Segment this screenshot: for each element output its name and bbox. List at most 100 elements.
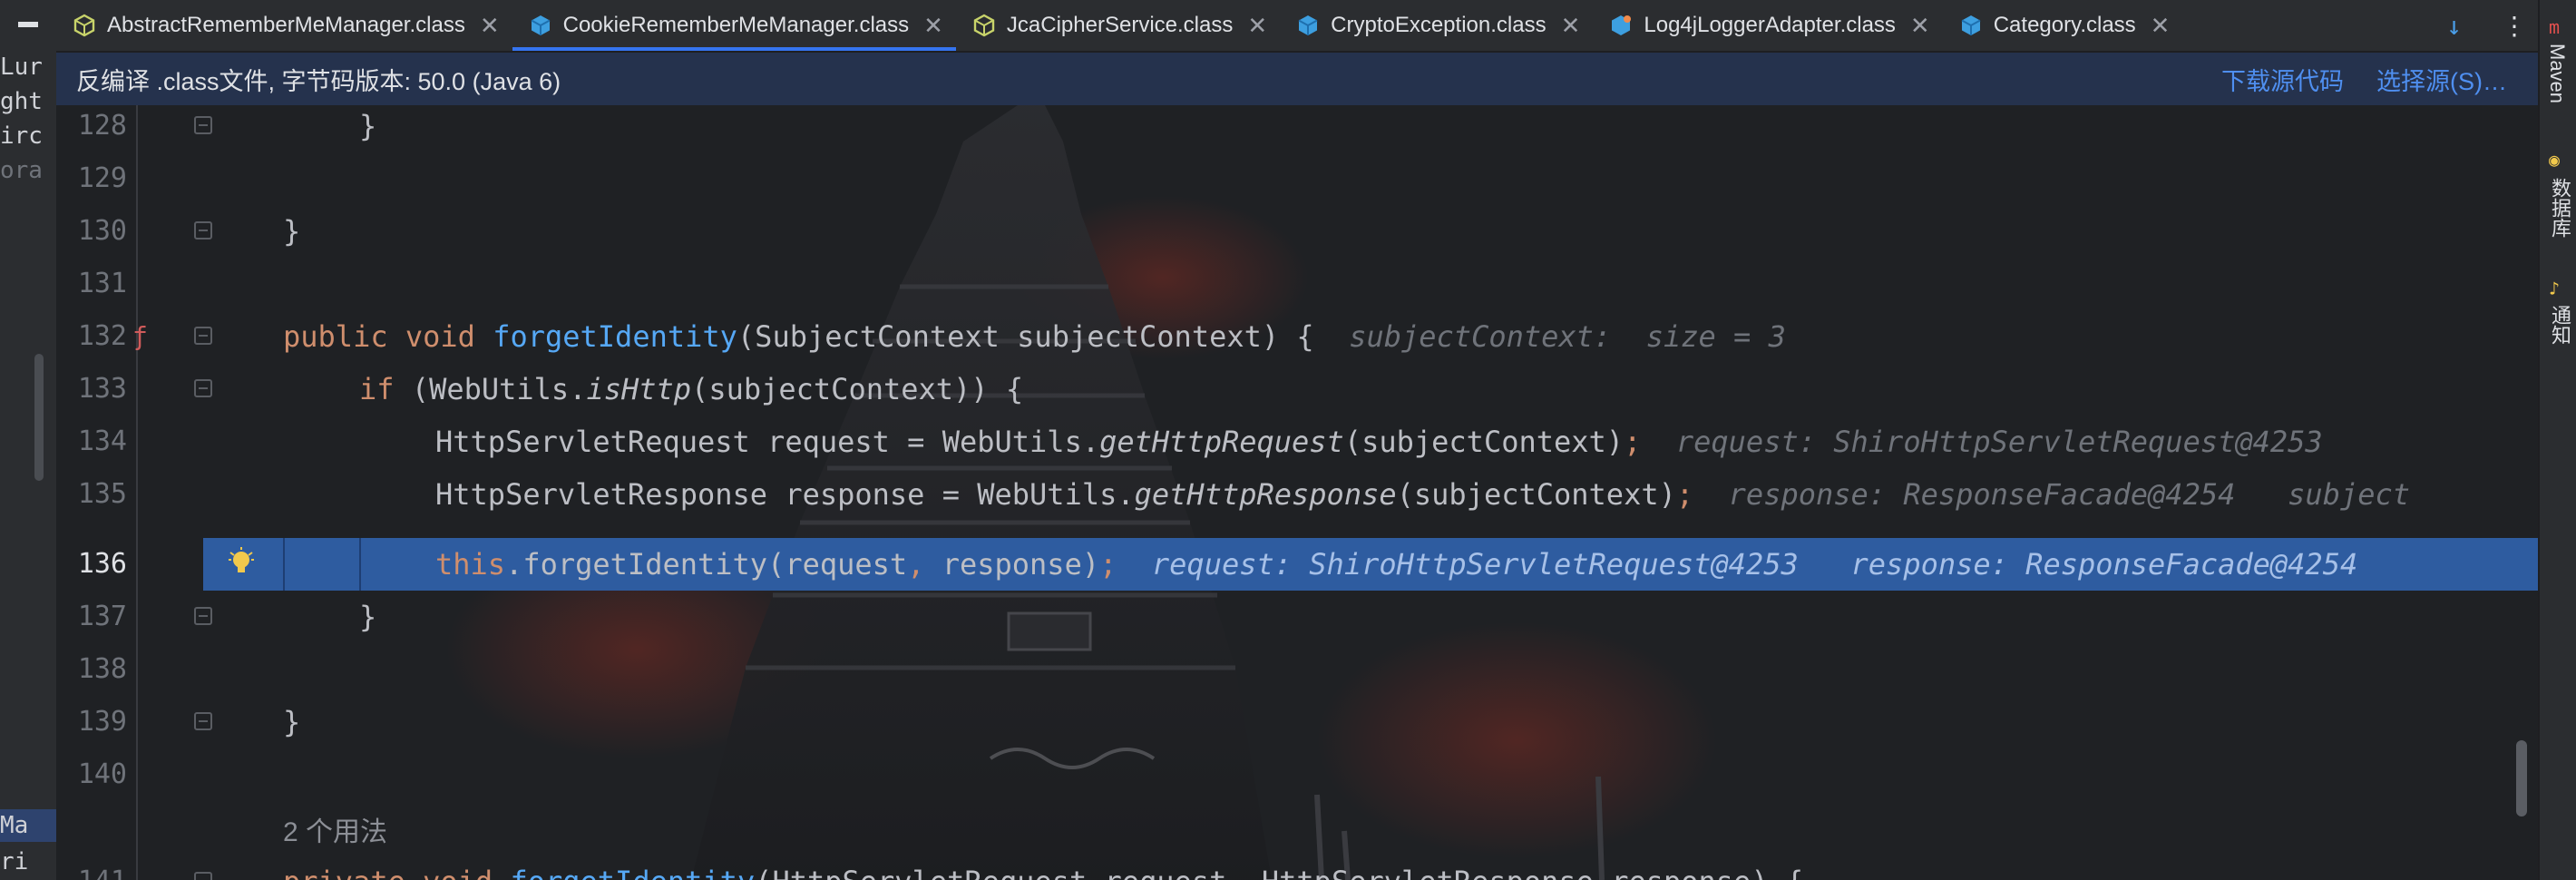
class-file-icon	[1298, 15, 1318, 35]
database-icon[interactable]: ◉	[2549, 149, 2560, 171]
choose-sources-link[interactable]: 选择源(S)…	[2376, 62, 2507, 97]
code-fragment: (subjectContext)	[1343, 425, 1625, 459]
code-line[interactable]: 131	[56, 258, 2540, 310]
code-text: private void forgetIdentity(HttpServletR…	[283, 856, 1803, 880]
code-line[interactable]: 128 }	[56, 105, 2540, 152]
method-name: forgetIdentity	[510, 865, 755, 880]
database-tool-button[interactable]: 数据库	[2545, 178, 2574, 238]
fold-marker-icon[interactable]	[194, 607, 212, 625]
line-number: 134	[77, 425, 127, 457]
tab-jca-cipher-service[interactable]: JcaCipherService.class ✕	[956, 0, 1280, 51]
keyword: void	[423, 865, 493, 880]
close-icon[interactable]: ✕	[923, 12, 943, 40]
tab-abstract-remember-me-manager[interactable]: AbstractRememberMeManager.class ✕	[56, 0, 512, 51]
usages-hint[interactable]: 2 个用法	[283, 810, 387, 856]
code-text: this.forgetIdentity(request, response); …	[435, 538, 2357, 591]
override-method-icon[interactable]: ƒ	[132, 321, 148, 351]
tab-cookie-remember-me-manager[interactable]: CookieRememberMeManager.class ✕	[512, 0, 957, 51]
fold-marker-icon[interactable]	[194, 872, 212, 880]
more-vertical-icon[interactable]: ⋮	[2502, 11, 2527, 41]
code-line[interactable]: 135 HttpServletResponse response = WebUt…	[56, 468, 2540, 521]
tree-fragment-selected[interactable]: Ma	[0, 809, 56, 842]
static-method-call: isHttp	[586, 372, 692, 406]
code-line[interactable]: 139 }	[56, 696, 2540, 748]
code-line[interactable]: 130 }	[56, 205, 2540, 258]
code-fragment: (SubjectContext subjectContext) {	[737, 319, 1314, 354]
maven-tool-button[interactable]: Maven	[2545, 44, 2569, 103]
close-icon[interactable]: ✕	[480, 12, 500, 40]
collapse-icon[interactable]	[18, 22, 38, 27]
tree-fragment[interactable]: ght	[0, 85, 43, 118]
code-line[interactable]: 134 HttpServletRequest request = WebUtil…	[56, 416, 2540, 468]
code-fragment: (WebUtils.	[394, 372, 587, 406]
line-number: 141	[56, 856, 127, 880]
maven-icon[interactable]: m	[2549, 16, 2560, 38]
code-line-current[interactable]: 136 this.forgetIdentity(request, respons…	[56, 538, 2540, 591]
project-scrollbar[interactable]	[34, 354, 44, 481]
code-text: public void forgetIdentity(SubjectContex…	[283, 310, 1786, 363]
tab-label: CookieRememberMeManager.class	[562, 13, 910, 37]
class-file-icon	[1961, 15, 1981, 35]
keyword: public	[283, 319, 388, 354]
tree-fragment[interactable]: Lur	[0, 51, 43, 83]
close-icon[interactable]: ✕	[1247, 12, 1267, 40]
fold-marker-icon[interactable]	[194, 221, 212, 240]
code-fragment: response)	[924, 547, 1100, 582]
code-text: }	[359, 109, 377, 143]
code-line[interactable]: 140	[56, 748, 2540, 801]
code-editor[interactable]: 128 } 129 130 } 131 132 ƒ public void fo…	[56, 105, 2540, 880]
bell-icon[interactable]: ♪	[2549, 278, 2560, 299]
line-number: 130	[77, 215, 127, 247]
semicolon: ;	[1675, 477, 1694, 512]
fold-marker-icon[interactable]	[194, 327, 212, 345]
code-text: }	[359, 600, 377, 634]
code-line[interactable]: 141 private void forgetIdentity(HttpServ…	[56, 856, 2540, 880]
code-text: HttpServletRequest request = WebUtils.ge…	[435, 416, 2323, 468]
debug-inline-value: request: ShiroHttpServletRequest@4253	[1675, 425, 2323, 459]
class-file-icon	[973, 14, 995, 37]
download-sources-link[interactable]: 下载源代码	[2221, 62, 2344, 97]
debug-inline-value: subject	[2288, 477, 2411, 512]
tab-category[interactable]: Category.class ✕	[1943, 0, 2183, 51]
code-line[interactable]: 132 ƒ public void forgetIdentity(Subject…	[56, 310, 2540, 363]
code-line[interactable]: 129	[56, 152, 2540, 205]
keyword: void	[405, 319, 475, 354]
code-line[interactable]: 138	[56, 643, 2540, 696]
arrow-down-icon[interactable]: ↓	[2446, 11, 2462, 41]
fold-marker-icon[interactable]	[194, 116, 212, 134]
tab-label: JcaCipherService.class	[1006, 13, 1234, 37]
fold-marker-icon[interactable]	[194, 379, 212, 397]
lightbulb-icon[interactable]	[227, 547, 256, 580]
notifications-tool-button[interactable]: 通知	[2545, 305, 2574, 345]
line-number: 135	[77, 478, 127, 510]
tree-fragment[interactable]: ora	[0, 154, 43, 187]
tree-fragment[interactable]: ri	[0, 846, 28, 878]
keyword: if	[359, 372, 395, 406]
debug-inline-value: subjectContext: size = 3	[1349, 319, 1786, 354]
decompiled-notice-bar: 反编译 .class文件, 字节码版本: 50.0 (Java 6) 下载源代码…	[56, 53, 2540, 105]
editor-scrollbar-thumb[interactable]	[2516, 740, 2527, 816]
code-line[interactable]: 133 if (WebUtils.isHttp(subjectContext))…	[56, 363, 2540, 416]
class-file-icon	[531, 15, 551, 35]
method-name: forgetIdentity	[493, 319, 737, 354]
code-text: }	[283, 705, 301, 739]
fold-marker-icon[interactable]	[194, 712, 212, 730]
close-icon[interactable]: ✕	[1561, 12, 1581, 40]
line-number: 138	[77, 653, 127, 685]
comma: ,	[907, 547, 925, 582]
tab-label: AbstractRememberMeManager.class	[107, 13, 465, 37]
code-fragment: HttpServletResponse response = WebUtils.	[435, 477, 1135, 512]
close-icon[interactable]: ✕	[2151, 12, 2171, 40]
class-file-icon	[73, 14, 95, 37]
tab-log4j-logger-adapter[interactable]: Log4jLoggerAdapter.class ✕	[1593, 0, 1942, 51]
static-method-call: getHttpRequest	[1099, 425, 1344, 459]
close-icon[interactable]: ✕	[1910, 12, 1930, 40]
tree-fragment[interactable]: irc	[0, 120, 43, 152]
line-number: 139	[77, 706, 127, 738]
tab-crypto-exception[interactable]: CryptoException.class ✕	[1280, 0, 1593, 51]
project-panel-edge: Lur ght irc ora Ma ri	[0, 0, 58, 880]
debug-inline-value: response: ResponseFacade@4254	[1850, 547, 2358, 582]
class-file-icon	[1612, 15, 1632, 35]
code-line[interactable]: 137 }	[56, 591, 2540, 643]
code-text: HttpServletResponse response = WebUtils.…	[435, 468, 2410, 521]
